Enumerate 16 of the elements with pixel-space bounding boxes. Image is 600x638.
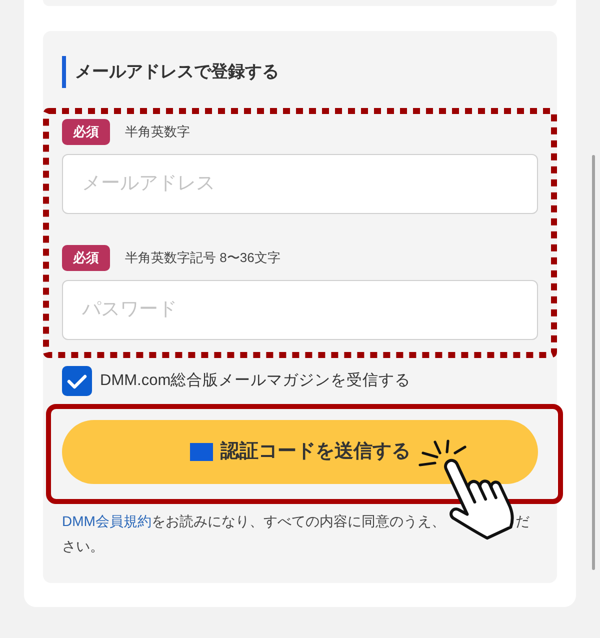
scrollbar-thumb[interactable] (592, 155, 595, 570)
checkbox-label[interactable]: DMM.com総合版メールマガジンを受信する (100, 369, 411, 393)
checkbox[interactable] (62, 366, 92, 396)
input-field[interactable]: パスワード (62, 280, 538, 340)
required-badge: 必須 (62, 245, 110, 271)
terms-link[interactable]: DMM会員規約 (62, 513, 152, 529)
required-badge: 必須 (62, 119, 110, 145)
send-code-button[interactable]: 認証コードを送信する (62, 420, 538, 484)
terms-notice: DMM会員規約をお読みになり、すべての内容に同意のうえ、 ださい。 (62, 512, 530, 556)
heading-accent-bar (62, 56, 66, 88)
field-hint: 半角英数字 (125, 123, 190, 142)
input-field[interactable]: メールアドレス (62, 154, 538, 214)
field-hint: 半角英数字記号 8〜36文字 (125, 249, 280, 268)
check-icon (67, 374, 87, 388)
section-heading: メールアドレスで登録する (75, 61, 279, 84)
square-icon (190, 443, 212, 461)
